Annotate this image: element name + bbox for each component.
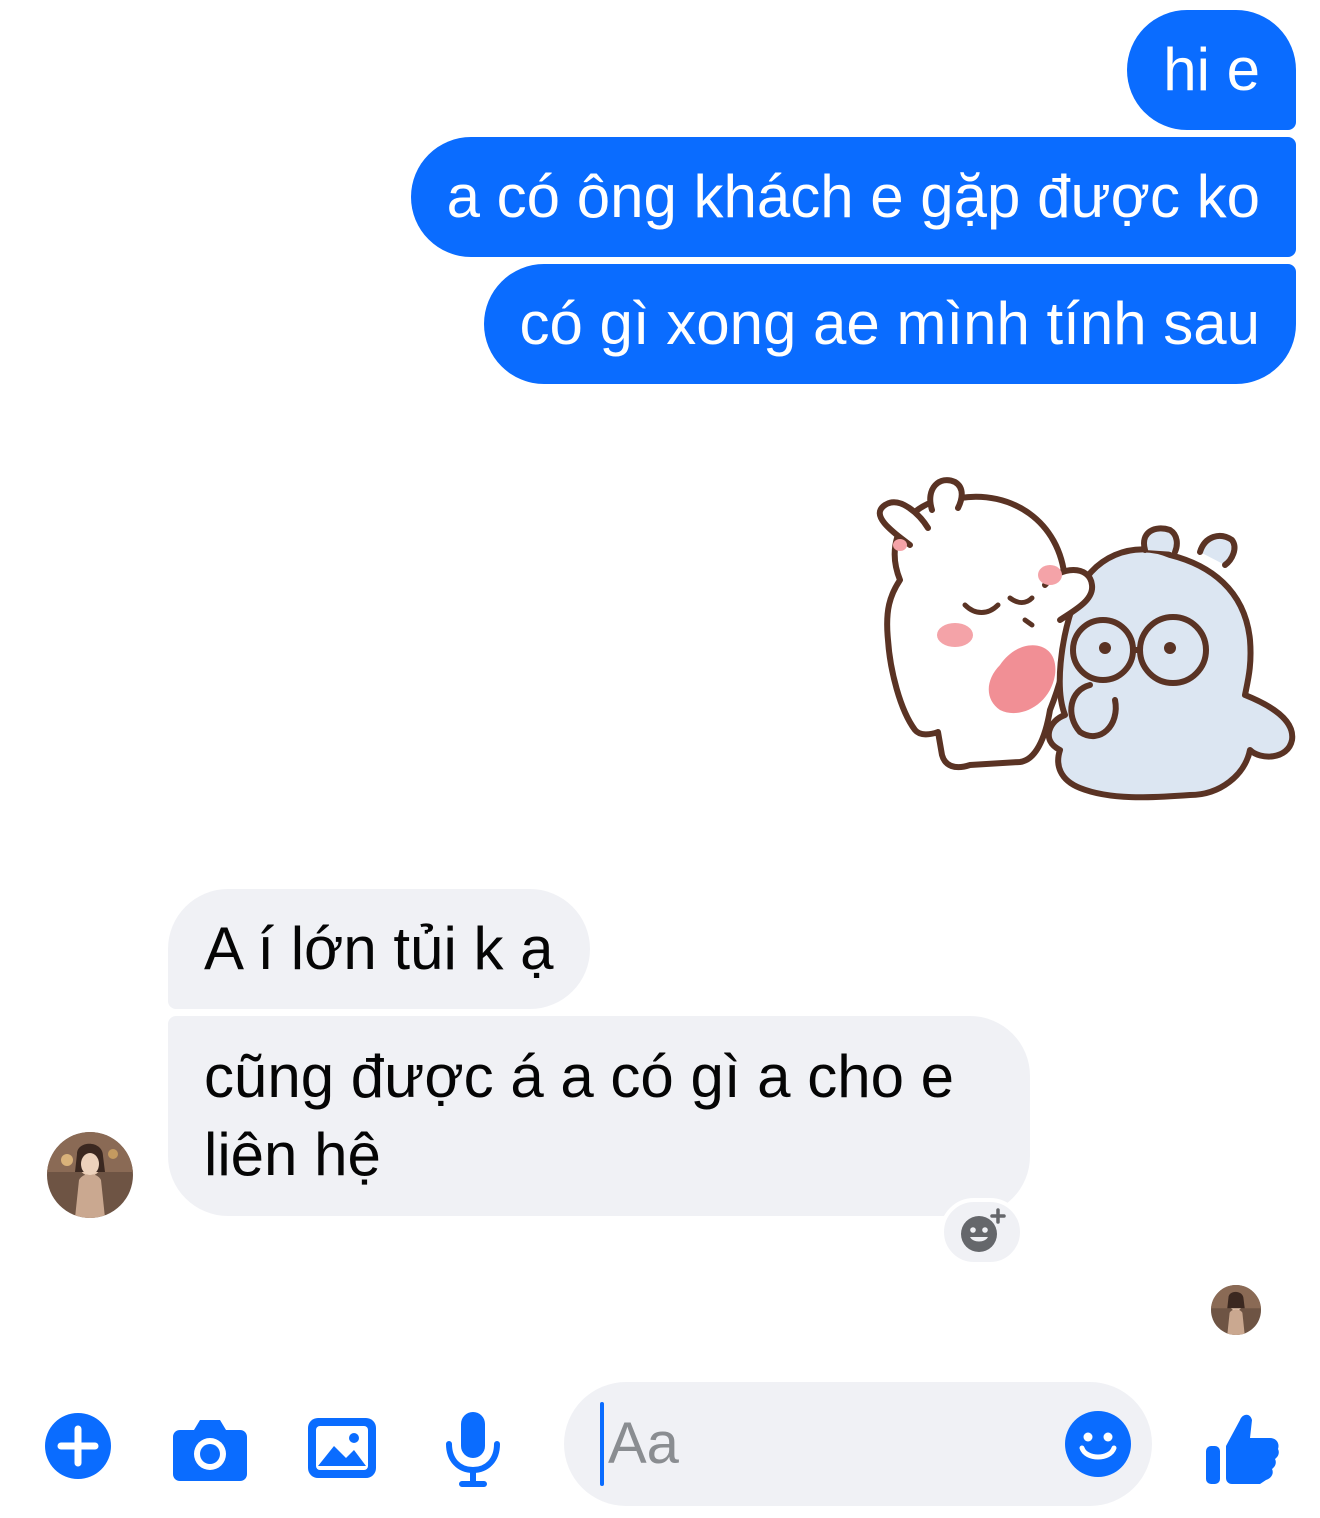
microphone-button[interactable]	[442, 1410, 504, 1488]
seen-avatar	[1211, 1285, 1261, 1335]
gallery-button[interactable]	[306, 1414, 378, 1482]
outgoing-message[interactable]: hi e	[1127, 10, 1296, 130]
bear-hug-sticker[interactable]	[860, 470, 1300, 810]
outgoing-message[interactable]: có gì xong ae mình tính sau	[483, 264, 1296, 384]
emoji-button[interactable]	[1064, 1410, 1132, 1478]
message-text: có gì xong ae mình tính sau	[519, 290, 1260, 357]
sender-avatar[interactable]	[47, 1132, 133, 1218]
outgoing-message[interactable]: a có ông khách e gặp được ko	[410, 137, 1296, 257]
thumbs-up-icon	[1206, 1414, 1279, 1484]
message-input-placeholder[interactable]: Aa	[608, 1410, 679, 1478]
incoming-message[interactable]: cũng được á a có gì a cho e liên hệ	[168, 1016, 1030, 1216]
incoming-message[interactable]: A í lớn tủi k ạ	[168, 889, 590, 1009]
text-caret	[600, 1402, 604, 1486]
camera-button[interactable]	[172, 1414, 248, 1482]
plus-button[interactable]	[44, 1412, 112, 1480]
image-icon	[308, 1418, 376, 1478]
smile-plus-icon	[961, 1208, 1006, 1252]
plus-icon	[45, 1413, 111, 1479]
message-composer[interactable]: Aa	[564, 1382, 1152, 1506]
smile-icon	[1065, 1411, 1131, 1477]
message-text: A í lớn tủi k ạ	[204, 915, 554, 982]
add-reaction-button[interactable]	[940, 1198, 1024, 1266]
message-text: a có ông khách e gặp được ko	[446, 163, 1260, 230]
message-text: cũng được á a có gì a cho e liên hệ	[204, 1043, 954, 1188]
like-button[interactable]	[1204, 1410, 1280, 1488]
message-text: hi e	[1163, 36, 1260, 103]
microphone-icon	[446, 1412, 500, 1487]
camera-icon	[173, 1420, 247, 1481]
